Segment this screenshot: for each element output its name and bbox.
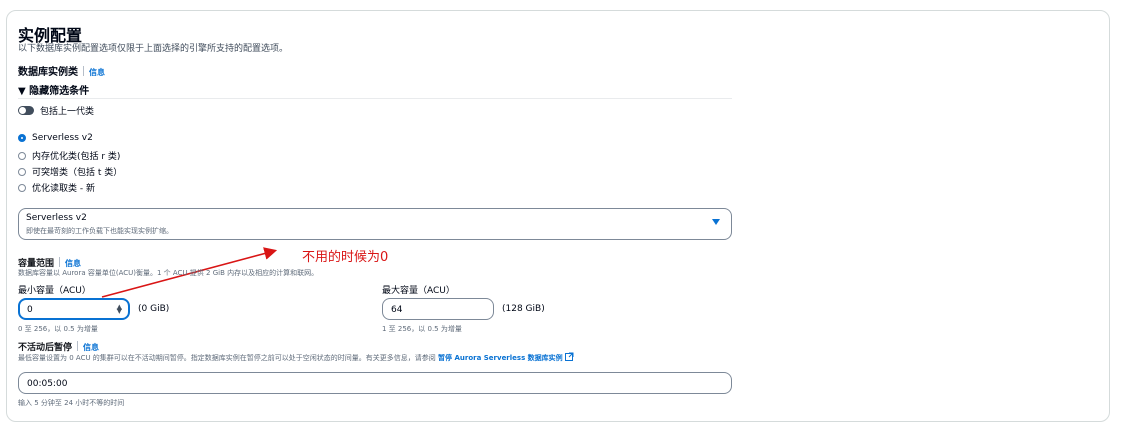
capacity-description: 数据库容量以 Aurora 容量单位(ACU)衡量。1 个 ACU 提供 2 G… (18, 269, 319, 277)
pause-description-row: 最低容量设置为 0 ACU 的集群可以在不活动期间暂停。指定数据库实例在暂停之前… (18, 352, 574, 363)
max-capacity-suffix: (128 GiB) (502, 304, 545, 314)
max-capacity-hint: 1 至 256，以 0.5 为增量 (382, 325, 462, 333)
max-capacity-label: 最大容量（ACU） (382, 286, 455, 296)
min-capacity-value: 0 (27, 305, 33, 315)
min-capacity-label: 最小容量（ACU） (18, 286, 91, 296)
annotation-arrow (101, 247, 278, 298)
pause-duration-value: 00:05:00 (27, 379, 68, 389)
pause-info-link[interactable]: 信息 (83, 343, 99, 352)
divider (59, 257, 61, 267)
min-capacity-hint: 0 至 256，以 0.5 为增量 (18, 325, 98, 333)
max-capacity-value: 64 (391, 305, 403, 315)
min-capacity-input[interactable]: 0 ▲ ▼ (18, 298, 130, 320)
max-capacity-input[interactable]: 64 (382, 298, 494, 320)
annotation-text: 不用的时候为0 (302, 250, 389, 265)
min-capacity-suffix: (0 GiB) (138, 304, 170, 314)
pause-description: 最低容量设置为 0 ACU 的集群可以在不活动期间暂停。指定数据库实例在暂停之前… (18, 354, 436, 362)
stepper-icon[interactable]: ▲ ▼ (117, 304, 122, 315)
divider (77, 341, 79, 351)
pause-duration-hint: 输入 5 分钟至 24 小时不等的时间 (18, 399, 125, 407)
external-link-icon[interactable] (564, 352, 574, 361)
pause-duration-input[interactable]: 00:05:00 (18, 372, 732, 394)
capacity-info-link[interactable]: 信息 (65, 259, 81, 268)
pause-docs-link[interactable]: 暂停 Aurora Serverless 数据库实例 (438, 354, 563, 362)
